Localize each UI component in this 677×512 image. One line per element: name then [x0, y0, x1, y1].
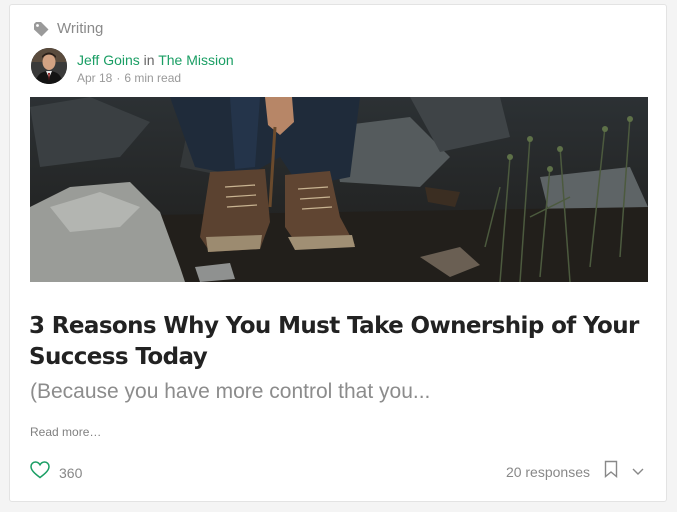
clap-area: 360 — [30, 461, 82, 484]
story-card: Writing Jeff Goins in The Mission Apr 18… — [9, 4, 667, 502]
chevron-down-icon[interactable] — [632, 463, 644, 481]
tag-row[interactable]: Writing — [33, 20, 103, 37]
clap-count[interactable]: 360 — [59, 465, 82, 481]
meta-separator: · — [116, 71, 121, 85]
responses-link[interactable]: 20 responses — [506, 464, 590, 480]
tag-icon — [33, 21, 49, 37]
footer-actions: 20 responses — [506, 460, 644, 483]
hero-image[interactable] — [30, 97, 648, 282]
story-title[interactable]: 3 Reasons Why You Must Take Ownership of… — [29, 311, 639, 373]
read-more-link[interactable]: Read more… — [30, 425, 101, 439]
author-name[interactable]: Jeff Goins — [77, 52, 140, 68]
publication-name[interactable]: The Mission — [158, 52, 233, 68]
heart-icon[interactable] — [30, 461, 50, 484]
post-date[interactable]: Apr 18 — [77, 71, 112, 85]
author-avatar[interactable] — [31, 48, 67, 84]
author-row: Jeff Goins in The Mission Apr 18 · 6 min r… — [31, 48, 234, 86]
in-text: in — [143, 52, 155, 68]
story-subtitle[interactable]: (Because you have more control that you.… — [30, 379, 640, 405]
read-time: 6 min read — [124, 71, 182, 85]
tag-label[interactable]: Writing — [57, 20, 103, 37]
bookmark-icon[interactable] — [604, 460, 618, 483]
